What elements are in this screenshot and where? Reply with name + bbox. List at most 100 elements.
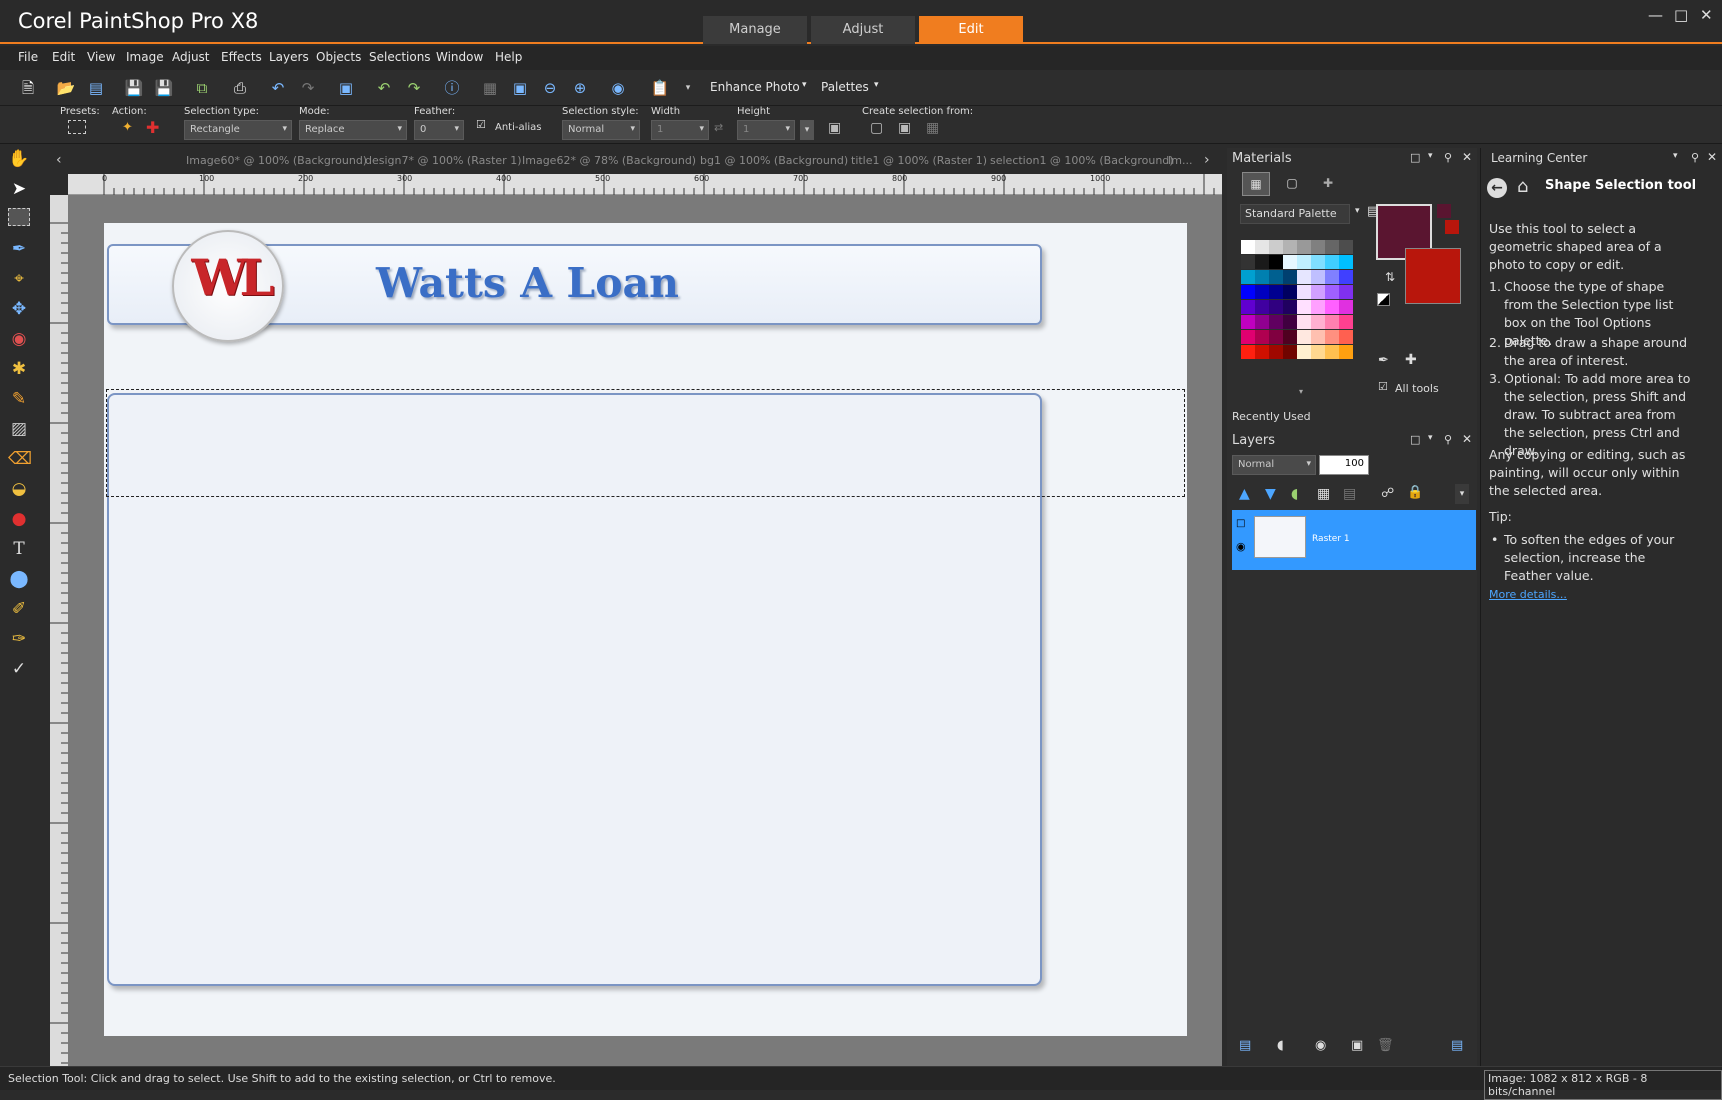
color-swatch[interactable] [1325, 240, 1339, 254]
color-swatch[interactable] [1255, 300, 1269, 314]
scan-icon[interactable]: ▤ [86, 78, 106, 98]
color-swatch[interactable] [1311, 300, 1325, 314]
fit-window-icon[interactable]: ▣ [510, 78, 530, 98]
color-swatch[interactable] [1325, 330, 1339, 344]
new-layer-bottom-icon[interactable]: ▤ [1239, 1038, 1251, 1053]
mask-icon[interactable]: ▦ [1317, 486, 1330, 502]
presets-icon[interactable] [68, 120, 86, 134]
link-icon[interactable]: ☍ [1381, 486, 1394, 501]
color-swatch[interactable] [1269, 255, 1283, 269]
background-swatch[interactable] [1405, 248, 1461, 304]
chevron-down-icon[interactable]: ▾ [1428, 433, 1433, 443]
pen-tool-icon[interactable]: ✐ [8, 598, 30, 620]
close-icon[interactable]: ✕ [1462, 150, 1472, 164]
eraser-icon[interactable]: ⌫ [8, 448, 32, 470]
chevron-down-icon[interactable]: ▾ [1355, 206, 1360, 216]
add-icon[interactable]: ✚ [1405, 352, 1417, 368]
maximize-icon[interactable]: □ [1674, 6, 1688, 24]
color-swatch[interactable] [1297, 255, 1311, 269]
color-swatch[interactable] [1325, 345, 1339, 359]
new-layer-icon[interactable]: ▲ [1239, 486, 1250, 502]
selection-from-layer-icon[interactable]: ▢ [870, 120, 883, 136]
blend-mode-dropdown[interactable]: Normal [1232, 455, 1316, 475]
color-swatch[interactable] [1283, 300, 1297, 314]
mini-background-swatch[interactable] [1445, 220, 1459, 234]
doc-tab[interactable]: Image60* @ 100% (Background) [186, 154, 367, 167]
close-icon[interactable]: ✕ [1700, 6, 1713, 24]
color-swatch-grid[interactable] [1241, 240, 1353, 380]
chevron-down-icon[interactable]: ▾ [874, 80, 879, 90]
tab-edit[interactable]: Edit [919, 16, 1023, 44]
chevron-down-icon[interactable]: ▾ [1428, 151, 1433, 161]
dropper-icon[interactable]: ✒ [1378, 353, 1389, 368]
pick-arrow-icon[interactable]: ➤ [8, 178, 30, 200]
selection-marquee[interactable] [106, 389, 1185, 497]
enhance-photo-button[interactable]: Enhance Photo [710, 80, 800, 94]
text-tool-icon[interactable]: T [8, 538, 30, 560]
chevron-down-icon[interactable]: ▾ [1455, 484, 1469, 504]
color-swatch[interactable] [1241, 285, 1255, 299]
color-swatch[interactable] [1241, 300, 1255, 314]
antialias-checkbox[interactable]: ☑ [476, 118, 486, 131]
tab-manage[interactable]: Manage [703, 16, 807, 44]
color-swatch[interactable] [1255, 330, 1269, 344]
close-icon[interactable]: ✕ [1707, 150, 1717, 164]
select-all-icon[interactable]: ▣ [828, 120, 841, 136]
opacity-input[interactable]: 100 [1319, 455, 1369, 475]
height-input[interactable]: 1 [737, 120, 795, 140]
doc-tab[interactable]: design7* @ 100% (Raster 1) [365, 154, 521, 167]
mask-bottom-icon[interactable]: ◉ [1315, 1038, 1326, 1053]
color-swatch[interactable] [1269, 240, 1283, 254]
color-swatch[interactable] [1255, 285, 1269, 299]
adjustment-bottom-icon[interactable]: ◖ [1277, 1038, 1284, 1053]
pin-icon[interactable]: ⚲ [1444, 433, 1452, 446]
rotate-right-icon[interactable]: ↷ [298, 78, 318, 98]
color-swatch[interactable] [1325, 270, 1339, 284]
color-swatch[interactable] [1283, 255, 1297, 269]
color-swatch[interactable] [1283, 270, 1297, 284]
delete-layer-icon[interactable]: 🗑 [1377, 1038, 1394, 1053]
tab-adjust[interactable]: Adjust [811, 16, 915, 44]
paintbrush-icon[interactable]: ✎ [8, 388, 30, 410]
zoom-in-icon[interactable]: ⊕ [570, 78, 590, 98]
dropper-icon[interactable]: ✒ [8, 238, 30, 260]
dock-icon[interactable]: □ [1410, 433, 1420, 446]
rotate-left-icon[interactable]: ↶ [268, 78, 288, 98]
visibility-eye-icon[interactable]: ◉ [1236, 540, 1246, 553]
selection-from-objects-icon[interactable]: ▣ [898, 120, 911, 136]
warp-brush-icon[interactable]: ✑ [8, 628, 30, 650]
color-swatch[interactable] [1339, 285, 1353, 299]
swatches-tab-icon[interactable]: ▦ [1242, 172, 1270, 196]
print-icon[interactable]: ⎙ [230, 78, 250, 98]
swap-colors-icon[interactable]: ⇅ [1385, 270, 1395, 284]
color-swatch[interactable] [1269, 330, 1283, 344]
color-swatch[interactable] [1255, 255, 1269, 269]
color-swatch[interactable] [1241, 315, 1255, 329]
move-icon[interactable]: ✥ [8, 298, 30, 320]
palettes-button[interactable]: Palettes [821, 80, 869, 94]
color-swatch[interactable] [1241, 345, 1255, 359]
color-swatch[interactable] [1311, 240, 1325, 254]
more-details-link[interactable]: More details... [1489, 588, 1567, 601]
pan-hand-icon[interactable]: ✋ [8, 148, 30, 170]
open-folder-icon[interactable]: 📂 [56, 78, 76, 98]
doc-tab[interactable]: bg1 @ 100% (Background) [700, 154, 848, 167]
info-icon[interactable]: ⓘ [442, 78, 462, 98]
clipboard-icon[interactable]: 📋 [650, 78, 670, 98]
color-swatch[interactable] [1241, 255, 1255, 269]
doc-tab[interactable]: Im... [1168, 154, 1192, 167]
menu-effects[interactable]: Effects [221, 50, 262, 64]
chevron-down-icon[interactable]: ▾ [678, 78, 698, 98]
menu-objects[interactable]: Objects [316, 50, 361, 64]
color-swatch[interactable] [1311, 345, 1325, 359]
color-swatch[interactable] [1241, 270, 1255, 284]
color-swatch[interactable] [1283, 240, 1297, 254]
chevron-down-icon[interactable]: ▾ [1673, 151, 1678, 161]
resize-icon[interactable]: ▣ [336, 78, 356, 98]
color-swatch[interactable] [1241, 240, 1255, 254]
all-tools-checkbox[interactable]: ☑ [1378, 380, 1388, 393]
selection-tool-icon[interactable] [8, 208, 30, 226]
color-swatch[interactable] [1311, 330, 1325, 344]
share-icon[interactable]: ⧉ [192, 78, 212, 98]
color-swatch[interactable] [1297, 270, 1311, 284]
